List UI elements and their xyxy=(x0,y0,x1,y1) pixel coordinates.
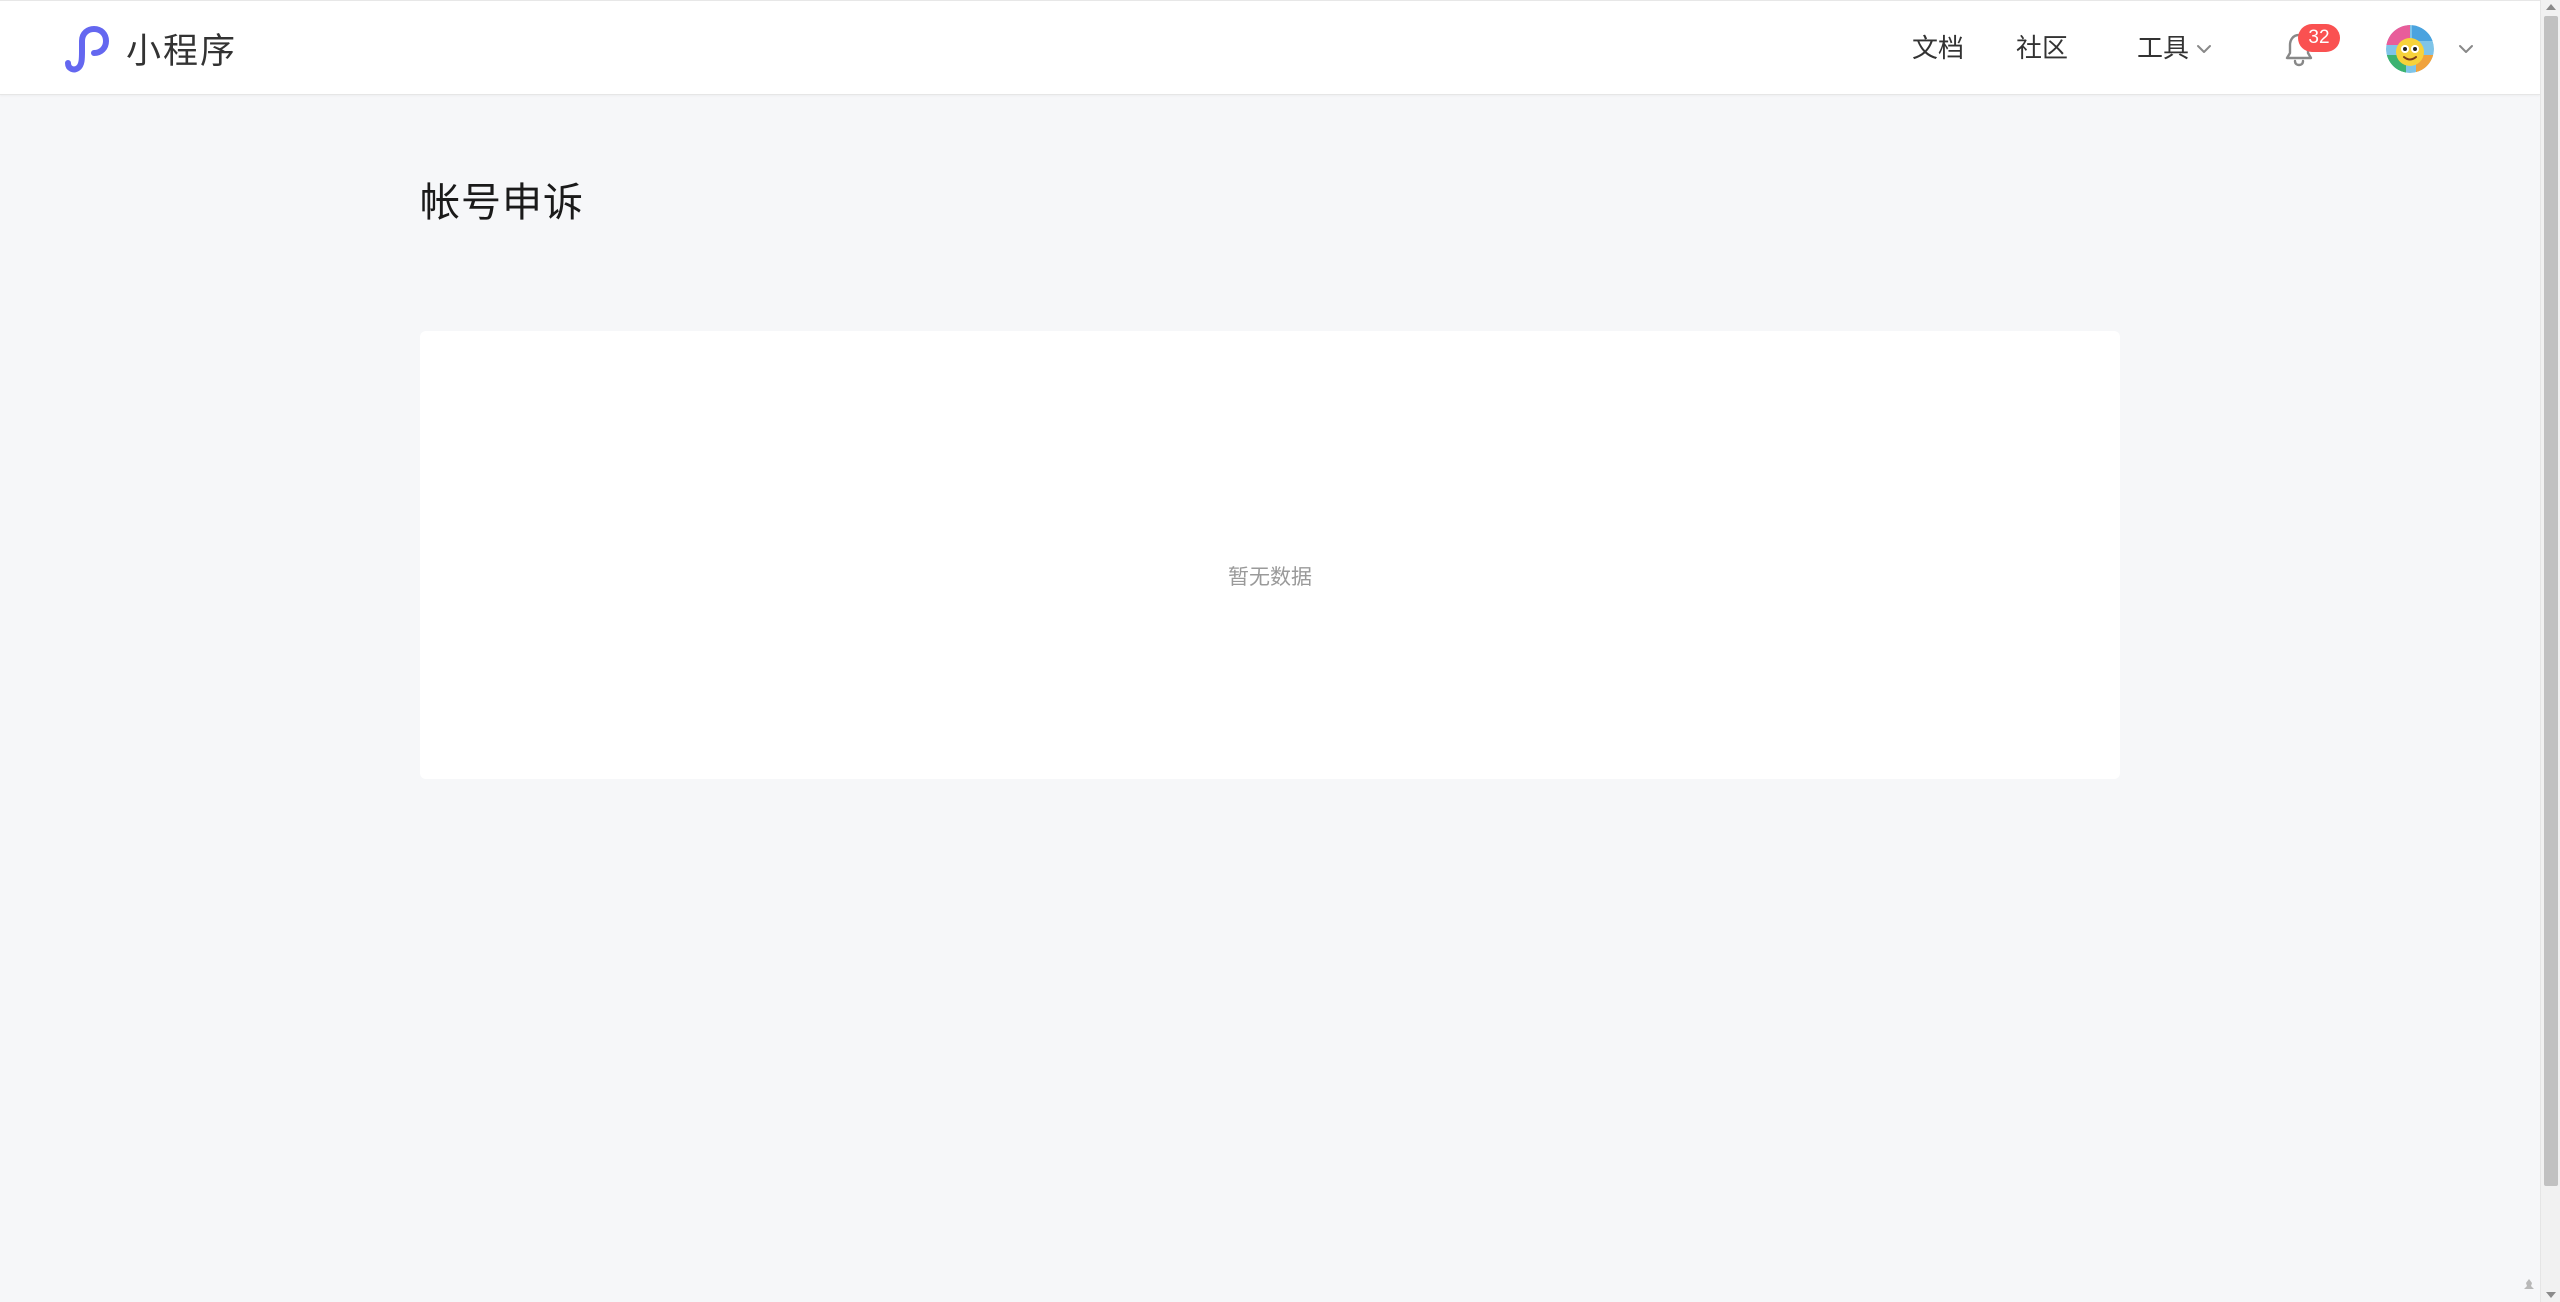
empty-state-text: 暂无数据 xyxy=(1228,565,1312,589)
brand-home-link[interactable]: 小程序 xyxy=(60,21,237,75)
vertical-scrollbar[interactable] xyxy=(2540,0,2560,1302)
top-navigation-bar: 小程序 文档 社区 工具 32 xyxy=(0,0,2540,95)
scrollbar-thumb[interactable] xyxy=(2544,16,2558,1186)
brand-name: 小程序 xyxy=(126,31,238,72)
scroll-up-arrow-icon[interactable] xyxy=(2546,4,2556,10)
appeal-list-panel: 暂无数据 xyxy=(420,331,2120,779)
avatar-image xyxy=(2386,25,2434,73)
notification-count-badge: 32 xyxy=(2298,24,2340,52)
nav-tools-dropdown[interactable]: 工具 xyxy=(2137,31,2213,67)
nav-community-link[interactable]: 社区 xyxy=(2016,31,2068,67)
scroll-down-arrow-icon[interactable] xyxy=(2546,1292,2556,1298)
nav-docs-link[interactable]: 文档 xyxy=(1912,31,1964,67)
miniprogram-logo-icon xyxy=(65,26,109,73)
page-title: 帐号申诉 xyxy=(420,180,584,226)
chevron-down-icon xyxy=(2197,45,2212,53)
nav-tools-label: 工具 xyxy=(2137,34,2190,64)
user-menu-chevron-icon[interactable] xyxy=(2456,39,2476,59)
pin-icon xyxy=(2524,1279,2534,1289)
user-avatar[interactable] xyxy=(2386,25,2434,73)
